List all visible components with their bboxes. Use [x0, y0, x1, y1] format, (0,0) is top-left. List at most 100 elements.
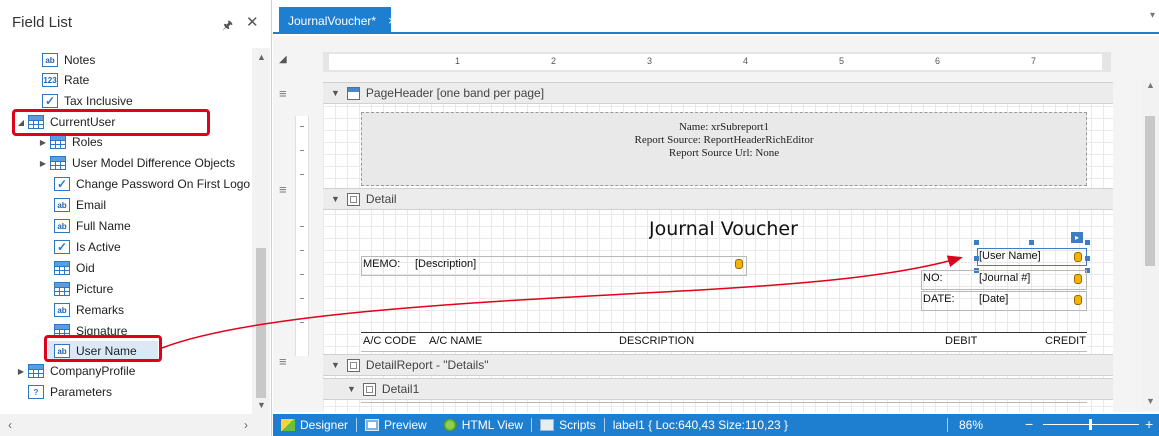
ruler-tick — [300, 226, 304, 227]
expand-icon[interactable]: ▶ — [38, 138, 48, 147]
tree-item-email[interactable]: ab Email — [54, 195, 106, 215]
expand-icon[interactable]: ▶ — [38, 159, 48, 168]
tree-item-change-password[interactable]: ✓ Change Password On First Logo — [54, 174, 252, 194]
user-name-value[interactable]: [User Name] — [979, 250, 1041, 262]
scroll-thumb[interactable] — [1145, 116, 1155, 266]
resize-handle[interactable] — [974, 256, 979, 261]
close-icon[interactable]: ✕ — [246, 13, 259, 31]
scripts-tab[interactable]: Scripts — [532, 414, 604, 436]
database-icon — [735, 259, 743, 269]
designer-tab[interactable]: Designer — [273, 414, 356, 436]
tree-item-company-profile[interactable]: ▶ CompanyProfile — [16, 361, 135, 381]
band-page-header[interactable]: ▼ PageHeader [one band per page] — [323, 82, 1113, 104]
scroll-up-icon[interactable]: ▲ — [1146, 80, 1155, 90]
field-list-panel: Field List 🖈︎ ✕ ab Notes 123 Rate ✓ Tax … — [0, 0, 272, 436]
detail-report-band-icon — [346, 358, 360, 372]
zoom-out-button[interactable]: − — [1025, 416, 1033, 432]
date-value[interactable]: [Date] — [979, 293, 1008, 305]
column-header-ac-name[interactable]: A/C NAME — [429, 335, 482, 347]
resize-handle[interactable] — [1085, 256, 1090, 261]
tree-item-full-name[interactable]: ab Full Name — [54, 216, 131, 236]
tree-item-is-active[interactable]: ✓ Is Active — [54, 237, 121, 257]
date-label[interactable]: DATE: — [923, 293, 955, 305]
tree-item-label: Full Name — [76, 219, 131, 233]
status-bar: Designer Preview HTML View Scripts label… — [273, 414, 1159, 436]
preview-tab[interactable]: Preview — [357, 414, 435, 436]
field-list-vertical-scrollbar[interactable]: ▲ ▼ — [252, 48, 270, 414]
tree-item-rate[interactable]: 123 Rate — [42, 70, 89, 90]
expand-icon[interactable]: ▶ — [16, 367, 26, 376]
tree-item-signature[interactable]: Signature — [54, 321, 127, 341]
collapse-icon[interactable]: ▼ — [347, 384, 356, 394]
preview-icon — [365, 419, 380, 431]
scroll-up-icon[interactable]: ▲ — [257, 52, 266, 62]
report-title[interactable]: Journal Voucher — [649, 218, 798, 240]
memo-value[interactable]: [Description] — [415, 258, 476, 270]
tree-item-tax-inclusive[interactable]: ✓ Tax Inclusive — [42, 91, 133, 111]
resize-handle[interactable] — [974, 240, 979, 245]
tree-item-picture[interactable]: Picture — [54, 279, 113, 299]
database-icon — [1074, 295, 1082, 305]
tab-label: JournalVoucher* — [288, 13, 377, 28]
scroll-right-icon[interactable]: › — [244, 418, 248, 432]
memo-label[interactable]: MEMO: — [363, 258, 400, 270]
preview-label: Preview — [384, 418, 427, 432]
band-detail-report[interactable]: ▼ DetailReport - "Details" — [323, 354, 1113, 376]
close-icon[interactable]: × — [388, 13, 396, 28]
html-view-icon — [442, 419, 457, 431]
band-detail1[interactable]: ▼ Detail1 — [323, 378, 1113, 400]
html-view-tab[interactable]: HTML View — [435, 414, 531, 436]
string-field-icon: ab — [54, 303, 70, 317]
scroll-down-icon[interactable]: ▼ — [257, 400, 266, 410]
band-detail[interactable]: ▼ Detail — [323, 188, 1113, 210]
scroll-thumb[interactable] — [256, 248, 266, 398]
subreport-control[interactable]: Name: xrSubreport1 Report Source: Report… — [361, 112, 1087, 186]
collapse-icon[interactable]: ▼ — [331, 88, 340, 98]
tree-item-user-name[interactable]: ab User Name — [48, 341, 158, 361]
collapse-icon[interactable]: ▼ — [331, 194, 340, 204]
table-icon — [50, 135, 66, 149]
scroll-left-icon[interactable]: ‹ — [8, 418, 12, 432]
column-header-credit[interactable]: CREDIT — [1045, 335, 1086, 347]
tree-item-label: Roles — [72, 135, 103, 149]
column-header-description[interactable]: DESCRIPTION — [619, 335, 694, 347]
horizontal-ruler-scale: 1 2 3 4 5 6 7 — [329, 54, 1102, 70]
tree-item-user-model-difference-objects[interactable]: ▶ User Model Difference Objects — [38, 153, 235, 173]
designer-vertical-scrollbar[interactable]: ▲ ▼ — [1141, 80, 1159, 410]
tree-item-notes[interactable]: ab Notes — [42, 50, 95, 70]
tree-item-oid[interactable]: Oid — [54, 258, 95, 278]
chevron-down-icon[interactable]: ▾ — [1150, 10, 1155, 21]
zoom-slider-thumb[interactable] — [1089, 419, 1092, 430]
no-label[interactable]: NO: — [923, 272, 943, 284]
band-handle-icon[interactable]: ≡ — [279, 86, 291, 101]
band-handle-icon[interactable]: ≡ — [279, 182, 291, 197]
boolean-field-icon: ✓ — [54, 240, 70, 254]
band-handle-icon[interactable]: ≡ — [279, 354, 291, 369]
vertical-ruler — [295, 116, 309, 356]
collapse-icon[interactable]: ▼ — [331, 360, 340, 370]
zoom-in-button[interactable]: + — [1145, 416, 1153, 432]
detail1-row[interactable] — [361, 402, 1087, 412]
table-icon — [28, 115, 44, 129]
resize-handle[interactable] — [1085, 240, 1090, 245]
scroll-down-icon[interactable]: ▼ — [1146, 396, 1155, 406]
column-header-ac-code[interactable]: A/C CODE — [363, 335, 416, 347]
column-header-debit[interactable]: DEBIT — [945, 335, 977, 347]
tree-item-label: User Model Difference Objects — [72, 156, 236, 170]
zoom-level[interactable]: 86% — [959, 418, 983, 432]
tree-item-roles[interactable]: ▶ Roles — [38, 132, 103, 152]
journal-no-value[interactable]: [Journal #] — [979, 272, 1030, 284]
report-page: ▼ PageHeader [one band per page] Name: x… — [323, 82, 1113, 412]
collapse-icon[interactable]: ◢ — [16, 118, 26, 127]
ruler-mark: 2 — [551, 56, 557, 66]
string-field-icon: ab — [54, 198, 70, 212]
field-list-horizontal-scrollbar[interactable]: ‹ › — [0, 414, 270, 436]
tree-item-current-user[interactable]: ◢ CurrentUser — [16, 112, 115, 132]
table-icon — [54, 324, 70, 338]
resize-handle[interactable] — [1029, 240, 1034, 245]
smart-tag-icon[interactable]: ▸ — [1071, 232, 1083, 243]
tab-journal-voucher[interactable]: JournalVoucher* × — [279, 7, 396, 34]
tree-item-remarks[interactable]: ab Remarks — [54, 300, 124, 320]
tree-item-parameters[interactable]: ? Parameters — [28, 382, 112, 402]
pin-icon[interactable]: 🖈︎ — [222, 16, 233, 37]
